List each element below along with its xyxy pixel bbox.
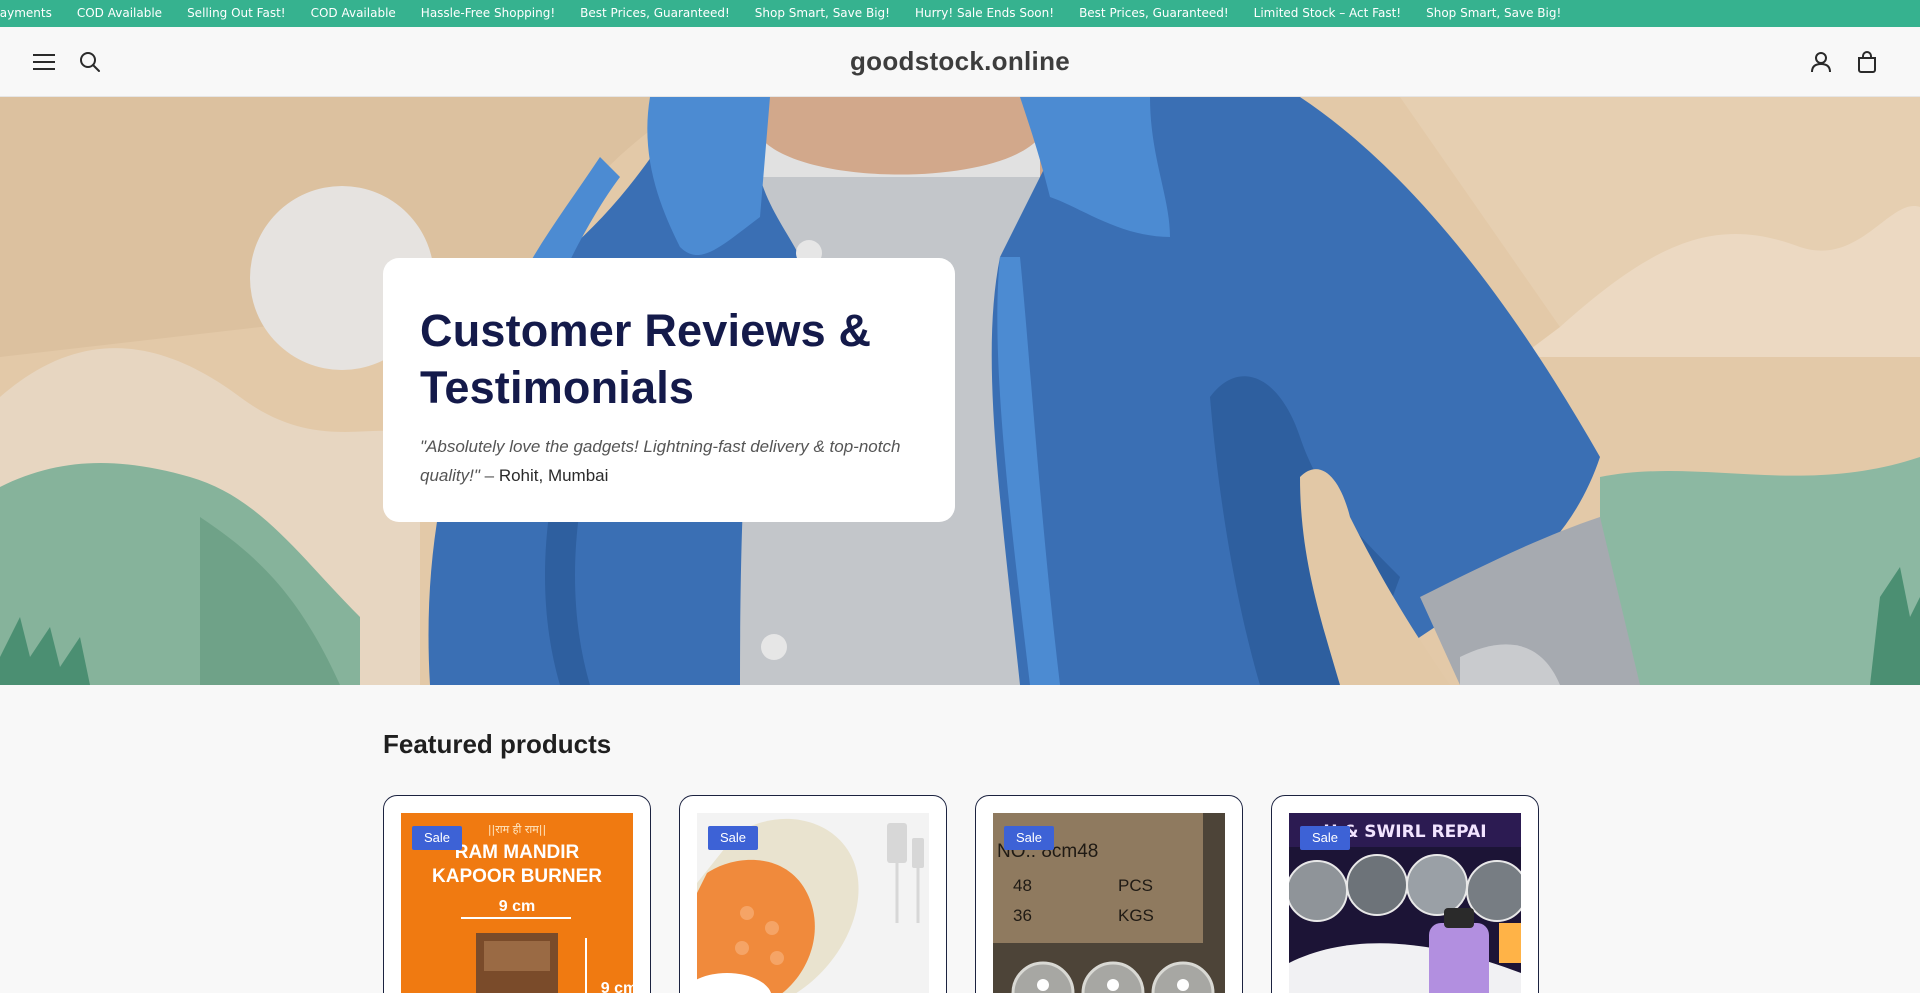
search-icon: [80, 52, 100, 72]
sale-badge-3: Sale: [1004, 826, 1055, 850]
hero-title: Customer Reviews & Testimonials: [420, 305, 872, 413]
sale-badge-4: Sale: [1300, 826, 1351, 850]
testimonial-card: Customer Reviews & Testimonials "Absolut…: [383, 258, 955, 522]
announcement-item: Secure Payments: [0, 6, 52, 20]
announcement-item: Limited Stock – Act Fast!: [1253, 6, 1402, 20]
hero-banner: Customer Reviews & Testimonials "Absolut…: [0, 97, 1920, 685]
announcement-bar: Secure Payments COD Available Selling Out …: [0, 0, 1920, 27]
cart-button[interactable]: [1850, 45, 1884, 79]
product-card-1[interactable]: ||राम ही राम|| RAM MANDIR KAPOOR BURNER …: [383, 795, 651, 993]
product-3-weight: 36: [1013, 906, 1032, 925]
site-header: goodstock.online: [0, 27, 1920, 97]
product-card-3[interactable]: NO.: 8cm48 48 PCS 36 KGS Sale: [975, 795, 1243, 993]
site-logo[interactable]: goodstock.online: [850, 46, 1070, 76]
announcement-item: Shop Smart, Save Big!: [1426, 6, 1562, 20]
announcement-item: Hurry! Sale Ends Soon!: [914, 6, 1055, 20]
announcement-item: Best Prices, Guaranteed!: [1079, 6, 1229, 20]
product-3-pcs-count: 48: [1013, 876, 1032, 895]
product-1-width: 9 cm: [499, 898, 535, 915]
account-button[interactable]: [1804, 45, 1838, 79]
announcement-item: COD Available: [310, 6, 396, 20]
product-3-pcs-label: PCS: [1118, 876, 1153, 895]
announcement-item: Shop Smart, Save Big!: [754, 6, 890, 20]
product-3-weight-label: KGS: [1118, 906, 1154, 925]
testimonial-dash: –: [479, 466, 499, 485]
featured-products-title: Featured products: [383, 729, 612, 759]
site-logo-wrap: goodstock.online: [0, 46, 1920, 77]
sale-badge-1: Sale: [412, 826, 463, 850]
hero-illustration: [0, 97, 1920, 685]
testimonial-text: "Absolutely love the gadgets! Lightning-…: [420, 432, 919, 490]
user-icon: [1811, 52, 1831, 73]
menu-button[interactable]: [27, 45, 61, 79]
sale-badge-2: Sale: [708, 826, 759, 850]
announcement-track: Secure Payments COD Available Selling Out …: [0, 0, 1586, 27]
testimonial-author: Rohit, Mumbai: [498, 466, 609, 485]
product-card-2[interactable]: Sale: [679, 795, 947, 993]
announcement-item: COD Available: [76, 6, 163, 20]
announcement-item: Hassle-Free Shopping!: [420, 6, 556, 20]
product-1-height: 9 cm: [601, 980, 633, 993]
announcement-item: Best Prices, Guaranteed!: [580, 6, 730, 20]
search-button[interactable]: [73, 45, 107, 79]
product-card-4[interactable]: H & SWIRL REPAI Sale: [1271, 795, 1539, 993]
product-1-tagline: ||राम ही राम||: [488, 823, 546, 836]
announcement-item: Selling Out Fast!: [187, 6, 286, 20]
cart-icon: [1858, 51, 1876, 73]
menu-icon: [33, 54, 55, 70]
